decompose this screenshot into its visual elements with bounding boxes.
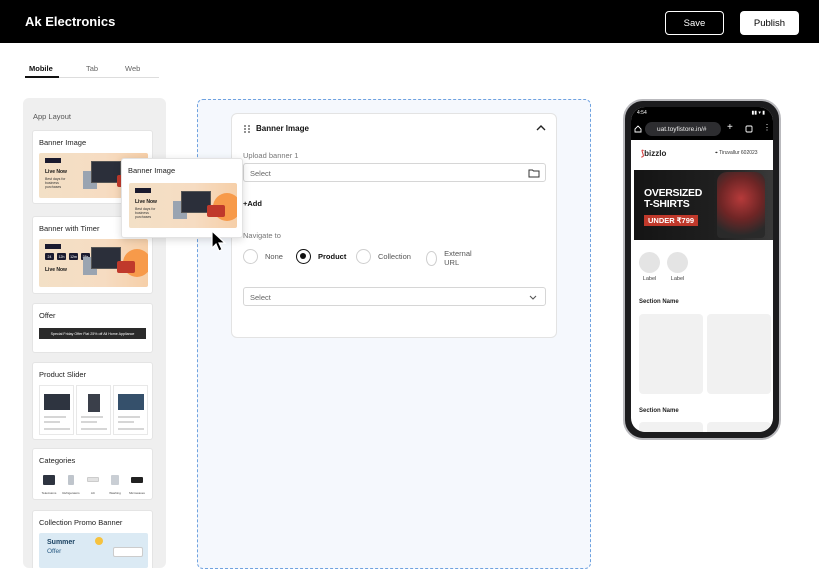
chevron-up-icon[interactable] xyxy=(536,124,546,132)
upload-label: Upload banner 1 xyxy=(243,151,299,160)
top-bar: Ak Electronics Save Publish xyxy=(0,0,819,43)
status-bar: 4:54 ▮▮ ▾ ▮ xyxy=(631,107,773,118)
device-tabs: Mobile Tab Web xyxy=(25,60,159,78)
layout-item-product-slider[interactable]: Product Slider xyxy=(32,362,153,440)
product-tile[interactable] xyxy=(707,422,771,432)
browser-url-bar: uat.toyfistore.in/# + ⋮ xyxy=(631,118,773,140)
more-menu-icon[interactable]: ⋮ xyxy=(763,123,771,132)
category-circle[interactable]: Label xyxy=(667,252,688,284)
category-circles: Label Label xyxy=(639,252,688,284)
app-title: Ak Electronics xyxy=(25,14,116,29)
offer-strip-thumbnail: Special Friday Offer Flat 25% off All Ho… xyxy=(39,328,146,339)
panel-title: App Layout xyxy=(33,112,71,121)
navigate-label: Navigate to xyxy=(243,231,281,240)
layout-item-label: Collection Promo Banner xyxy=(39,518,123,527)
dragged-banner-thumbnail: Live Now Best days for business purchase… xyxy=(129,183,237,228)
location-label[interactable]: ⌖ Tiruvallur 602023 xyxy=(715,150,758,156)
tab-mobile[interactable]: Mobile xyxy=(29,64,53,73)
upload-banner-select[interactable]: Select xyxy=(243,163,546,182)
add-banner-link[interactable]: +Add xyxy=(243,199,262,208)
product-slider-thumbnail xyxy=(39,385,148,435)
publish-button[interactable]: Publish xyxy=(740,11,799,35)
active-tab-indicator xyxy=(25,76,59,78)
layout-item-label: Categories xyxy=(39,456,76,465)
hero-banner[interactable]: OVERSIZED T-SHIRTS UNDER ₹799 xyxy=(634,170,773,240)
tshirt-image xyxy=(717,172,765,238)
timer-banner-thumbnail: 2412h12m38s Live Now xyxy=(39,239,148,287)
radio-product[interactable]: Product xyxy=(296,249,346,264)
tabs-icon[interactable] xyxy=(745,125,753,133)
section-title: Section Name xyxy=(639,299,679,305)
store-logo: ⟆bizzlo xyxy=(641,149,667,158)
layout-item-label: Banner with Timer xyxy=(39,224,100,233)
editor-title: Banner Image xyxy=(256,124,309,133)
banner-image-editor: Banner Image Upload banner 1 Select +Add… xyxy=(231,113,557,338)
product-tile[interactable] xyxy=(639,422,703,432)
folder-icon xyxy=(528,169,540,178)
chevron-down-icon xyxy=(529,295,537,300)
mouse-cursor-icon xyxy=(211,230,227,252)
phone-preview: 4:54 ▮▮ ▾ ▮ uat.toyfistore.in/# + ⋮ ⟆biz… xyxy=(623,99,781,440)
home-icon[interactable] xyxy=(634,125,642,133)
tab-tab[interactable]: Tab xyxy=(86,64,98,73)
dragged-banner-image[interactable]: Banner Image Live Now Best days for busi… xyxy=(121,158,243,238)
drag-handle-icon[interactable] xyxy=(244,125,250,133)
layout-item-label: Product Slider xyxy=(39,370,87,379)
phone-screen: 4:54 ▮▮ ▾ ▮ uat.toyfistore.in/# + ⋮ ⟆biz… xyxy=(631,107,773,432)
url-field[interactable]: uat.toyfistore.in/# xyxy=(645,122,721,136)
layout-item-collection-promo-banner[interactable]: Collection Promo Banner Summer Offer xyxy=(32,510,153,568)
new-tab-icon[interactable]: + xyxy=(727,122,733,133)
layout-item-label: Offer xyxy=(39,311,56,320)
layout-item-categories[interactable]: Categories Televisions Refrigerators AC … xyxy=(32,448,153,500)
layout-item-label: Banner Image xyxy=(39,138,87,147)
dragged-item-label: Banner Image xyxy=(128,166,176,175)
tab-web[interactable]: Web xyxy=(125,64,140,73)
save-button[interactable]: Save xyxy=(665,11,724,35)
category-circle[interactable]: Label xyxy=(639,252,660,284)
product-tile[interactable] xyxy=(707,314,771,394)
navigate-target-select[interactable]: Select xyxy=(243,287,546,306)
radio-external-url[interactable]: External URL xyxy=(426,249,476,267)
radio-collection[interactable]: Collection xyxy=(356,249,411,264)
radio-none[interactable]: None xyxy=(243,249,283,264)
product-tile[interactable] xyxy=(639,314,703,394)
layout-item-offer[interactable]: Offer Special Friday Offer Flat 25% off … xyxy=(32,303,153,353)
categories-thumbnail: Televisions Refrigerators AC Washing Mic… xyxy=(39,473,147,498)
section-title: Section Name xyxy=(639,408,679,414)
